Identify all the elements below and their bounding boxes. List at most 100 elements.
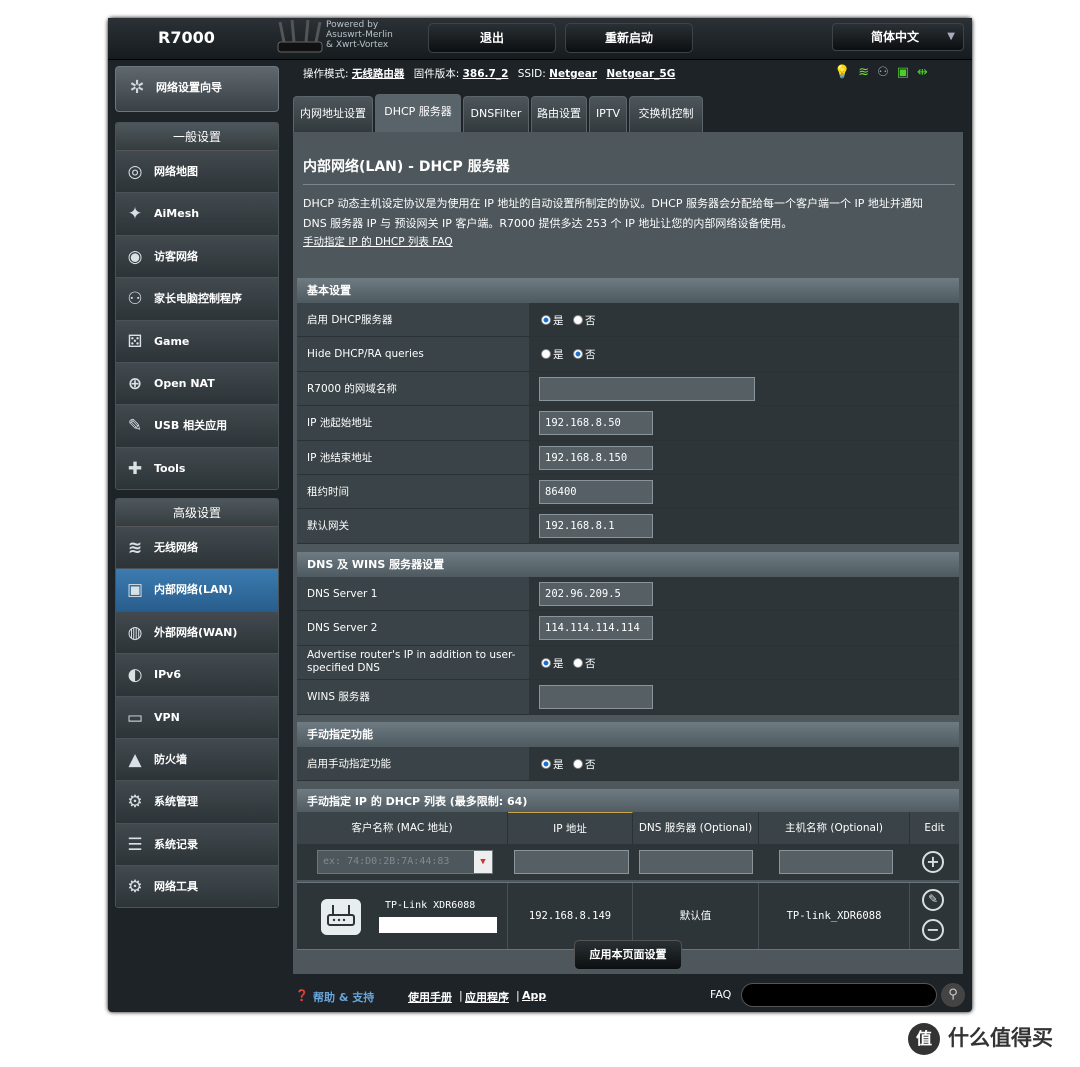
- manual-assignment-header: 手动指定功能: [297, 722, 959, 747]
- app-link[interactable]: App: [522, 989, 546, 1002]
- radio-dot: [573, 657, 583, 668]
- radio-label: 是: [553, 657, 564, 670]
- ip-pool-end-row: IP 池结束地址 192.168.8.150: [297, 440, 959, 475]
- add-entry-icon[interactable]: +: [922, 851, 944, 873]
- enable-manual-assignment-label: 启用手动指定功能: [297, 747, 529, 781]
- lease-time-input[interactable]: 86400: [539, 480, 653, 504]
- sidebar-item-guest-network[interactable]: ◉ 访客网络: [116, 235, 278, 279]
- powered-by-line: Powered by: [326, 20, 379, 30]
- tab-0[interactable]: 内网地址设置: [293, 96, 373, 132]
- sidebar-item-log[interactable]: ☰ 系统记录: [116, 823, 278, 867]
- sidebar-item-lan[interactable]: ▣ 内部网络(LAN): [116, 569, 278, 612]
- sidebar-item-tools[interactable]: ✚ Tools: [116, 447, 278, 489]
- hide-dhcp-yes-radio[interactable]: 是: [541, 347, 564, 362]
- title-divider: [303, 184, 955, 185]
- basic-settings-header: 基本设置: [297, 278, 959, 303]
- wifi-icon[interactable]: ≋: [858, 65, 877, 80]
- dns-server-input[interactable]: [639, 850, 753, 874]
- hide-dhcp-no-radio[interactable]: 否: [573, 347, 596, 362]
- ip-address-input[interactable]: [514, 850, 629, 874]
- usb-status-icon[interactable]: ⇹: [917, 65, 936, 80]
- sidebar-item-open-nat[interactable]: ⊕ Open NAT: [116, 362, 278, 406]
- network-tools-icon: ⚙: [127, 877, 143, 898]
- sidebar-item-usb[interactable]: ✎ USB 相关应用: [116, 405, 278, 448]
- lan-icon: ▣: [126, 580, 144, 601]
- mac-address-select[interactable]: ex: 74:D0:2B:7A:44:83 ▼: [317, 850, 493, 874]
- wins-server-input[interactable]: [539, 685, 653, 710]
- sidebar-item-vpn[interactable]: ▭ VPN: [116, 696, 278, 739]
- sidebar-item-ipv6[interactable]: ◐ IPv6: [116, 654, 278, 697]
- enable-dhcp-no-radio[interactable]: 否: [573, 313, 596, 328]
- language-value: 简体中文: [871, 30, 920, 44]
- language-select[interactable]: 简体中文 ▼: [832, 23, 964, 51]
- manual-yes-radio[interactable]: 是: [541, 757, 564, 772]
- sidebar-item-label: 家长电脑控制程序: [154, 292, 242, 306]
- tab-5[interactable]: 交换机控制: [629, 96, 703, 132]
- entry-edit-cell: ✎ −: [910, 883, 959, 949]
- sidebar-item-admin[interactable]: ⚙ 系统管理: [116, 781, 278, 824]
- domain-name-row: R7000 的网域名称: [297, 371, 959, 407]
- manual-link[interactable]: 使用手册: [408, 989, 452, 1005]
- sidebar-item-network-tools[interactable]: ⚙ 网络工具: [116, 866, 278, 907]
- sidebar-item-wan[interactable]: ◍ 外部网络(WAN): [116, 611, 278, 655]
- ip-pool-start-value: 192.168.8.50: [529, 406, 959, 440]
- admin-icon: ⚙: [127, 792, 143, 813]
- sidebar-item-parental-control[interactable]: ⚇ 家长电脑控制程序: [116, 278, 278, 321]
- dns-server-1-input[interactable]: 202.96.209.5: [539, 582, 653, 606]
- logout-button[interactable]: 退出: [428, 23, 556, 53]
- sidebar-item-label: 系统管理: [154, 795, 198, 809]
- ip-pool-start-input[interactable]: 192.168.8.50: [539, 411, 653, 436]
- sidebar-item-game[interactable]: ⚄ Game: [116, 320, 278, 363]
- sidebar-item-network-map[interactable]: ◎ 网络地图: [116, 151, 278, 194]
- reboot-button[interactable]: 重新启动: [565, 23, 693, 53]
- host-name-input[interactable]: [779, 850, 893, 874]
- lightbulb-icon[interactable]: 💡: [834, 65, 858, 80]
- advertise-yes-radio[interactable]: 是: [541, 656, 564, 671]
- remove-entry-icon[interactable]: −: [922, 919, 944, 941]
- game-icon: ⚄: [127, 331, 143, 352]
- wizard-icon: ✲: [129, 77, 145, 98]
- domain-name-input[interactable]: [539, 376, 755, 401]
- faq-search-input[interactable]: [741, 983, 937, 1007]
- default-gateway-label: 默认网关: [297, 509, 529, 543]
- dns-server-1-row: DNS Server 1 202.96.209.5: [297, 577, 959, 612]
- log-icon: ☰: [127, 834, 143, 855]
- network-status-icon[interactable]: ▣: [897, 65, 917, 80]
- enable-dhcp-yes-radio[interactable]: 是: [541, 313, 564, 328]
- advertise-no-radio[interactable]: 否: [573, 656, 596, 671]
- manual-no-radio[interactable]: 否: [573, 757, 596, 772]
- enable-manual-assignment-row: 启用手动指定功能 是 否: [297, 747, 959, 782]
- tab-3[interactable]: 路由设置: [531, 96, 587, 132]
- search-icon[interactable]: ⚲: [941, 983, 965, 1007]
- radio-label: 是: [553, 759, 564, 771]
- default-gateway-input[interactable]: 192.168.8.1: [539, 514, 653, 539]
- edit-pencil-icon[interactable]: ✎: [922, 889, 944, 911]
- tab-4[interactable]: IPTV: [589, 96, 627, 132]
- tab-1[interactable]: DHCP 服务器: [375, 94, 461, 132]
- network-setup-wizard-button[interactable]: ✲ 网络设置向导: [115, 66, 279, 112]
- column-edit: Edit: [924, 822, 945, 834]
- mode-label: 操作模式:: [303, 68, 349, 80]
- advanced-settings-menu: 高级设置 ≋ 无线网络 ▣ 内部网络(LAN) ◍ 外部网络(WAN) ◐ IPv6 ▭ VPN ▲…: [115, 498, 279, 908]
- sidebar-item-label: IPv6: [154, 668, 181, 682]
- tab-2[interactable]: DNSFilter: [463, 96, 529, 132]
- mode-value-link[interactable]: 无线路由器: [352, 68, 405, 80]
- default-gateway-value: 192.168.8.1: [529, 509, 959, 543]
- radio-dot: [541, 349, 551, 360]
- dns-server-2-input[interactable]: 114.114.114.114: [539, 616, 653, 641]
- dhcp-faq-link[interactable]: 手动指定 IP 的 DHCP 列表 FAQ: [303, 234, 453, 249]
- ip-pool-end-input[interactable]: 192.168.8.150: [539, 445, 653, 470]
- powered-by-text: Powered by Asuswrt-Merlin & Xwrt-Vortex: [326, 20, 426, 50]
- apply-settings-button[interactable]: 应用本页面设置: [574, 940, 682, 970]
- ssid-label: SSID:: [517, 68, 546, 80]
- ssid-link[interactable]: Netgear: [549, 68, 597, 80]
- sidebar-item-firewall[interactable]: ▲ 防火墙: [116, 738, 278, 782]
- vpn-icon: ▭: [126, 707, 144, 728]
- utility-link[interactable]: 应用程序: [465, 989, 509, 1005]
- clients-icon[interactable]: ⚇: [877, 65, 897, 80]
- ssid-5g-link[interactable]: Netgear_5G: [606, 68, 675, 80]
- sidebar-item-wireless[interactable]: ≋ 无线网络: [116, 527, 278, 570]
- firmware-value-link[interactable]: 386.7_2: [463, 68, 509, 80]
- sidebar-item-aimesh[interactable]: ✦ AiMesh: [116, 193, 278, 236]
- wan-icon: ◍: [127, 622, 143, 643]
